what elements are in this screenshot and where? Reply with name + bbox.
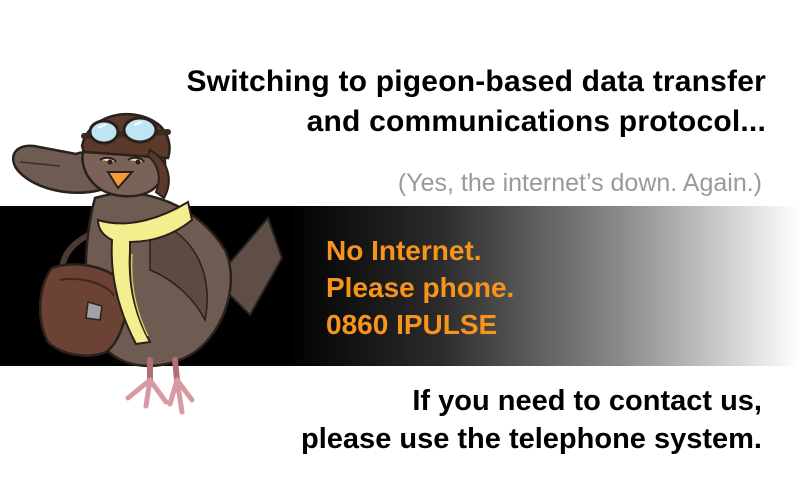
notice-phone-number: 0860 IPULSE: [326, 309, 498, 340]
contact-instructions: If you need to contact us, please use th…: [301, 382, 762, 458]
footer-line-1: If you need to contact us,: [412, 385, 762, 417]
pigeon-icon: [11, 112, 284, 415]
subnote: (Yes, the internet’s down. Again.): [397, 169, 762, 197]
footer-line-2: please use the telephone system.: [301, 423, 762, 455]
notice-line-2: Please phone.: [326, 272, 515, 303]
no-internet-notice: No Internet. Please phone. 0860 IPULSE: [326, 232, 514, 343]
notice-line-1: No Internet.: [326, 235, 482, 266]
outage-notice-banner: Switching to pigeon-based data transfer …: [0, 0, 800, 500]
